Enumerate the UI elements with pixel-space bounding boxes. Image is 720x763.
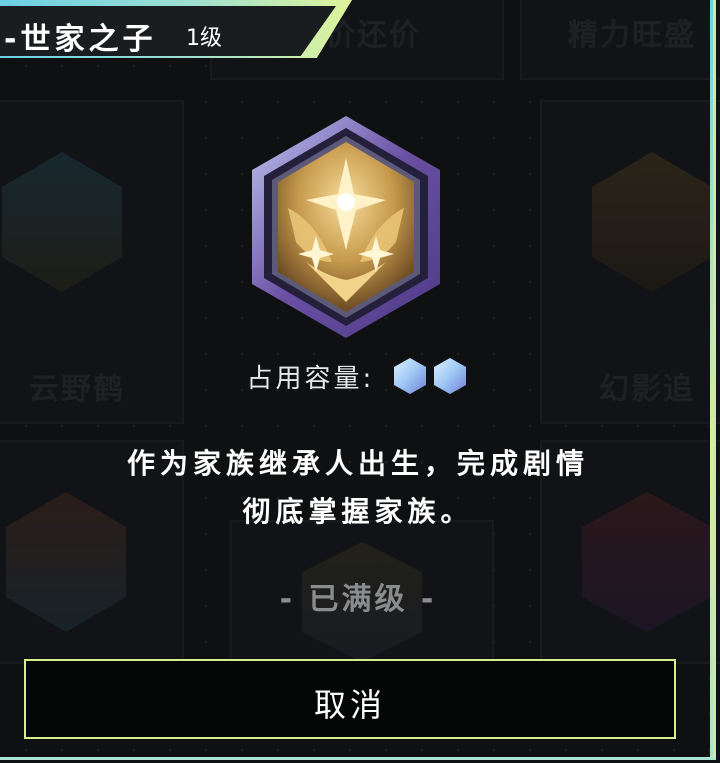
dialog-title: -世家之子 — [4, 22, 157, 57]
level-badge: 1级 — [186, 26, 222, 51]
cancel-button[interactable]: 取消 — [24, 659, 676, 739]
description-line: 彻底掌握家族。 — [242, 495, 474, 528]
talent-emblem-icon — [252, 116, 440, 338]
capacity-row: 占用容量: — [0, 356, 716, 403]
talent-detail-dialog: -世家之子 1级 占用容量: 作为家族继承人出生，完成剧情 彻底掌握家族。 - … — [0, 0, 716, 760]
max-level-status: - 已满级 - — [279, 582, 437, 617]
talent-description: 作为家族继承人出生，完成剧情 彻底掌握家族。 — [0, 440, 716, 536]
cancel-button-label: 取消 — [313, 686, 386, 724]
capacity-gems — [390, 356, 470, 403]
description-line: 作为家族继承人出生，完成剧情 — [126, 447, 589, 480]
hexagon-gem-icon — [393, 358, 466, 394]
capacity-label: 占用容量: — [246, 364, 375, 394]
